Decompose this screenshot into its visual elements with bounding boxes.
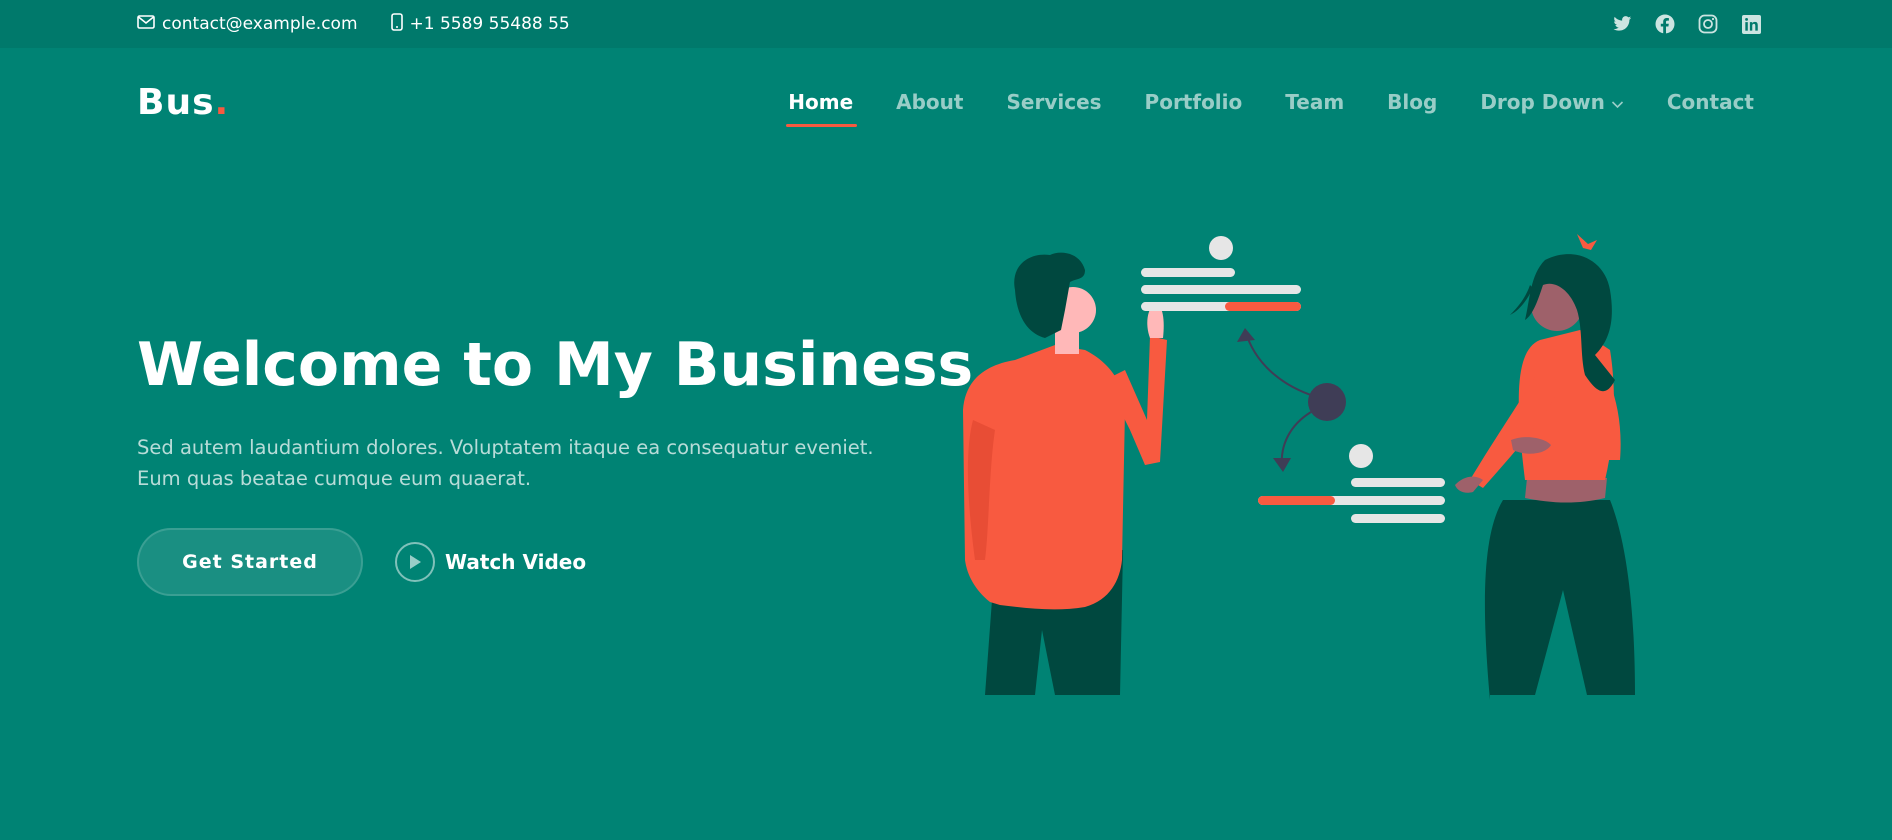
nav-item-services[interactable]: Services xyxy=(1006,90,1101,114)
logo-text: Bus xyxy=(137,82,215,123)
email-link[interactable]: contact@example.com xyxy=(137,14,358,34)
nav-item-drop-down-label: Drop Down xyxy=(1480,90,1605,114)
facebook-icon[interactable] xyxy=(1655,14,1675,34)
phone-icon xyxy=(390,12,403,36)
nav-item-drop-down[interactable]: Drop Down xyxy=(1480,90,1624,114)
hero-illustration xyxy=(963,234,1635,700)
logo-dot: . xyxy=(214,82,230,123)
get-started-button[interactable]: Get Started xyxy=(137,528,363,596)
man-figure xyxy=(963,252,1167,695)
phone-text: +1 5589 55488 55 xyxy=(409,14,570,34)
hero-title: Welcome to My Business xyxy=(137,330,974,400)
nav-item-team[interactable]: Team xyxy=(1285,90,1344,114)
instagram-icon[interactable] xyxy=(1698,14,1718,34)
woman-figure xyxy=(1455,234,1635,700)
linkedin-icon[interactable] xyxy=(1741,14,1761,34)
contact-info: contact@example.com +1 5589 55488 55 xyxy=(137,0,570,48)
exchange-arrows xyxy=(1237,328,1346,472)
main-nav: Home About Services Portfolio Team Blog … xyxy=(786,90,1754,127)
phone-link[interactable]: +1 5589 55488 55 xyxy=(390,12,570,36)
chevron-down-icon xyxy=(1611,90,1624,114)
bottom-data-card xyxy=(1258,444,1445,523)
top-bar: contact@example.com +1 5589 55488 55 xyxy=(0,0,1892,48)
play-icon xyxy=(395,542,435,582)
watch-video-button[interactable]: Watch Video xyxy=(395,541,586,583)
nav-item-contact[interactable]: Contact xyxy=(1667,90,1754,114)
nav-item-blog[interactable]: Blog xyxy=(1387,90,1437,114)
site-header: Bus. Home About Services Portfolio Team … xyxy=(0,48,1892,164)
nav-item-home[interactable]: Home xyxy=(786,90,858,127)
nav-item-about[interactable]: About xyxy=(896,90,963,114)
envelope-icon xyxy=(137,14,155,34)
email-text: contact@example.com xyxy=(162,14,358,34)
twitter-icon[interactable] xyxy=(1612,14,1632,34)
hero-description: Sed autem laudantium dolores. Voluptatem… xyxy=(137,436,874,490)
site-logo[interactable]: Bus. xyxy=(137,82,229,123)
top-data-card xyxy=(1141,236,1301,311)
social-links xyxy=(1612,0,1761,48)
watch-video-label: Watch Video xyxy=(445,550,587,574)
nav-item-portfolio[interactable]: Portfolio xyxy=(1145,90,1243,114)
